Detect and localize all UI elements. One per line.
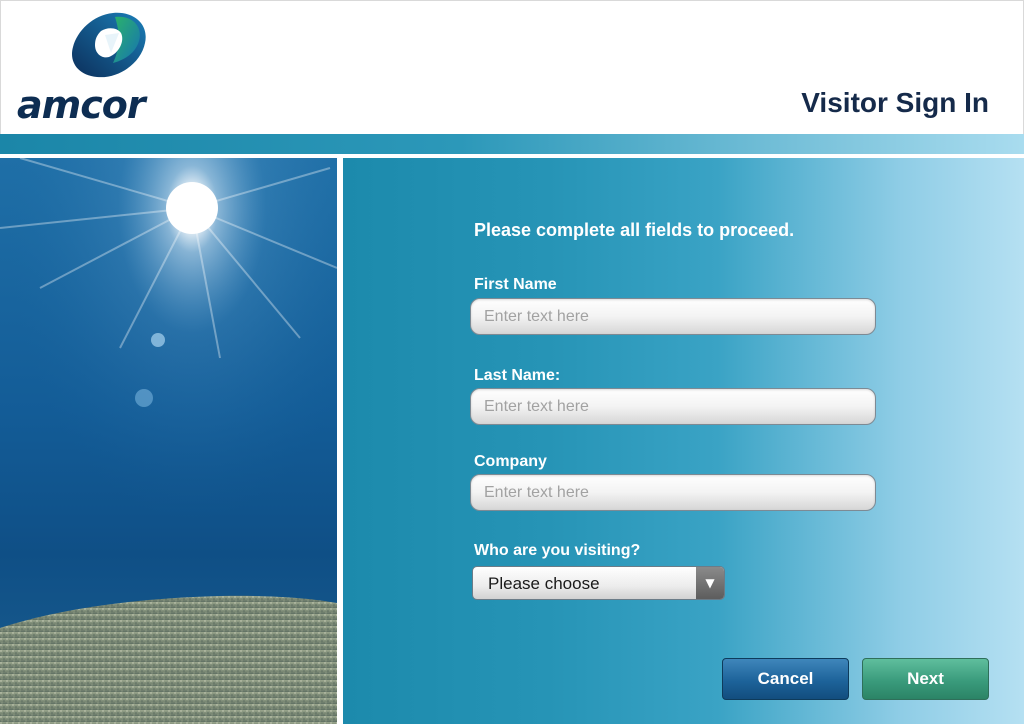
company-input[interactable] <box>470 474 876 511</box>
visiting-select-value: Please choose <box>488 574 600 593</box>
hero-photo <box>0 158 337 724</box>
last-name-label: Last Name: <box>474 367 561 384</box>
company-label: Company <box>474 453 547 470</box>
first-name-label: First Name <box>474 276 557 293</box>
sun-over-hill-image <box>0 158 337 724</box>
visiting-label: Who are you visiting? <box>474 542 641 559</box>
visiting-select[interactable]: Please choose ▼ <box>472 566 725 600</box>
header-stripe <box>0 134 1024 154</box>
chevron-down-icon[interactable]: ▼ <box>696 567 724 599</box>
header: amcor Visitor Sign In <box>0 0 1024 134</box>
amcor-logo: amcor <box>15 11 155 127</box>
page-title: Visitor Sign In <box>801 87 989 118</box>
cancel-button[interactable]: Cancel <box>722 658 849 700</box>
logo-text: amcor <box>17 83 146 127</box>
amcor-logo-mark-icon <box>72 12 146 78</box>
sign-in-form: Please complete all fields to proceed. F… <box>343 158 1024 724</box>
first-name-input[interactable] <box>470 298 876 335</box>
last-name-input[interactable] <box>470 388 876 425</box>
form-instruction: Please complete all fields to proceed. <box>474 220 795 240</box>
next-button[interactable]: Next <box>862 658 989 700</box>
